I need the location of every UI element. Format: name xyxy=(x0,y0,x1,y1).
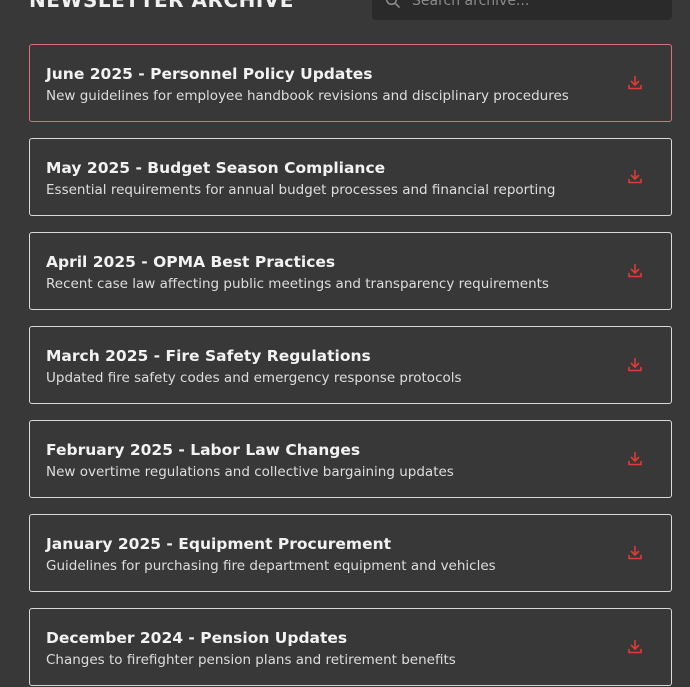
newsletter-title: January 2025 - Equipment Procurement xyxy=(46,535,392,553)
newsletter-title: May 2025 - Budget Season Compliance xyxy=(46,159,386,177)
search-box[interactable] xyxy=(372,0,672,20)
newsletter-description: New guidelines for employee handbook rev… xyxy=(46,88,569,104)
page-title: NEWSLETTER ARCHIVE xyxy=(29,0,294,12)
newsletter-description: Guidelines for purchasing fire departmen… xyxy=(46,558,496,574)
search-icon xyxy=(385,0,401,9)
newsletter-list: June 2025 - Personnel Policy Updates New… xyxy=(29,44,672,687)
newsletter-description: New overtime regulations and collective … xyxy=(46,464,454,480)
newsletter-card[interactable]: March 2025 - Fire Safety Regulations Upd… xyxy=(29,326,672,404)
newsletter-description: Changes to firefighter pension plans and… xyxy=(46,652,456,668)
newsletter-card[interactable]: January 2025 - Equipment Procurement Gui… xyxy=(29,514,672,592)
newsletter-card[interactable]: May 2025 - Budget Season Compliance Esse… xyxy=(29,138,672,216)
download-icon[interactable] xyxy=(626,168,644,186)
download-icon[interactable] xyxy=(626,262,644,280)
newsletter-title: February 2025 - Labor Law Changes xyxy=(46,441,361,459)
newsletter-card[interactable]: February 2025 - Labor Law Changes New ov… xyxy=(29,420,672,498)
download-icon[interactable] xyxy=(626,638,644,656)
search-input[interactable] xyxy=(412,0,662,16)
download-icon[interactable] xyxy=(626,74,644,92)
newsletter-card[interactable]: June 2025 - Personnel Policy Updates New… xyxy=(29,44,672,122)
newsletter-archive-page: NEWSLETTER ARCHIVE June 2025 - Personnel… xyxy=(0,0,690,687)
newsletter-title: December 2024 - Pension Updates xyxy=(46,629,348,647)
download-icon[interactable] xyxy=(626,544,644,562)
newsletter-title: April 2025 - OPMA Best Practices xyxy=(46,253,336,271)
newsletter-title: March 2025 - Fire Safety Regulations xyxy=(46,347,371,365)
download-icon[interactable] xyxy=(626,356,644,374)
download-icon[interactable] xyxy=(626,450,644,468)
archive-header: NEWSLETTER ARCHIVE xyxy=(29,0,672,20)
newsletter-card[interactable]: April 2025 - OPMA Best Practices Recent … xyxy=(29,232,672,310)
newsletter-description: Updated fire safety codes and emergency … xyxy=(46,370,462,386)
newsletter-title: June 2025 - Personnel Policy Updates xyxy=(46,65,373,83)
newsletter-description: Essential requirements for annual budget… xyxy=(46,182,556,198)
newsletter-description: Recent case law affecting public meeting… xyxy=(46,276,549,292)
newsletter-card[interactable]: December 2024 - Pension Updates Changes … xyxy=(29,608,672,686)
